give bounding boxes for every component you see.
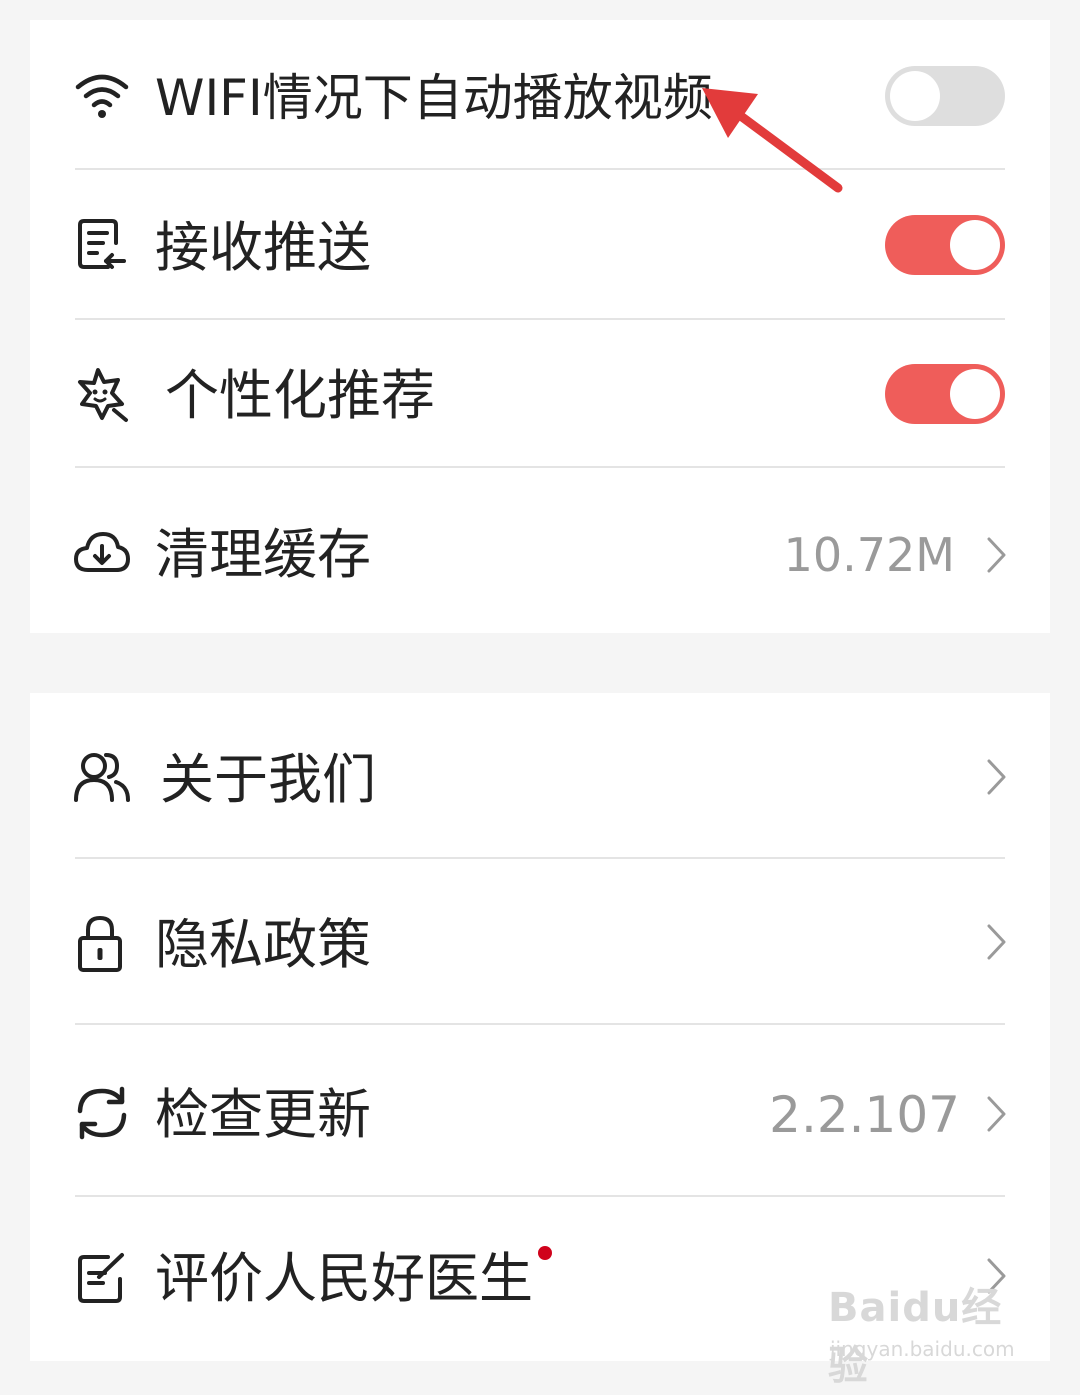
check-update-label: 检查更新 <box>155 1083 371 1146</box>
receive-push-row[interactable]: 接收推送 <box>30 170 1050 320</box>
receive-push-toggle[interactable] <box>885 215 1005 275</box>
cloud-download-icon <box>72 522 132 582</box>
personalized-recommendation-toggle[interactable] <box>885 364 1005 424</box>
info-card: 关于我们 隐私政策 检查更新 2.2.107 评价人民好医生 <box>30 693 1050 1361</box>
toggle-knob <box>890 71 940 121</box>
about-us-row[interactable]: 关于我们 <box>30 693 1050 859</box>
refresh-icon <box>72 1083 132 1143</box>
personalized-recommendation-label: 个性化推荐 <box>165 364 435 427</box>
baidu-jingyan-watermark: Baidu经验 jingyan.baidu.com <box>828 1275 1028 1389</box>
chevron-right-icon <box>985 757 1009 797</box>
chevron-right-icon <box>985 535 1009 575</box>
annotation-arrow <box>690 70 860 200</box>
settings-card: WIFI情况下自动播放视频 接收推送 个性化推荐 清理缓存 10.72M <box>30 20 1050 633</box>
clear-cache-label: 清理缓存 <box>155 523 371 586</box>
watermark-url: jingyan.baidu.com <box>830 1337 1015 1361</box>
lock-icon <box>72 914 132 974</box>
about-us-label: 关于我们 <box>160 748 376 811</box>
toggle-knob <box>950 220 1000 270</box>
chevron-right-icon <box>985 922 1009 962</box>
star-face-icon <box>72 364 132 424</box>
wifi-icon <box>72 65 132 125</box>
version-value: 2.2.107 <box>769 1086 960 1144</box>
auto-play-video-toggle[interactable] <box>885 66 1005 126</box>
watermark-logo: Baidu经验 <box>828 1285 1003 1389</box>
receive-push-label: 接收推送 <box>155 216 371 279</box>
toggle-knob <box>950 369 1000 419</box>
privacy-policy-label: 隐私政策 <box>155 913 371 976</box>
check-update-row[interactable]: 检查更新 2.2.107 <box>30 1025 1050 1197</box>
privacy-policy-row[interactable]: 隐私政策 <box>30 859 1050 1025</box>
cache-size-value: 10.72M <box>783 528 955 582</box>
rate-app-label: 评价人民好医生 <box>155 1247 533 1310</box>
push-receive-icon <box>72 215 132 275</box>
auto-play-video-label: WIFI情况下自动播放视频 <box>155 69 713 127</box>
notification-dot <box>538 1246 552 1260</box>
auto-play-video-row[interactable]: WIFI情况下自动播放视频 <box>30 20 1050 170</box>
edit-note-icon <box>72 1249 132 1309</box>
chevron-right-icon <box>985 1094 1009 1134</box>
users-icon <box>72 748 132 808</box>
personalized-recommendation-row[interactable]: 个性化推荐 <box>30 320 1050 468</box>
clear-cache-row[interactable]: 清理缓存 10.72M <box>30 468 1050 633</box>
